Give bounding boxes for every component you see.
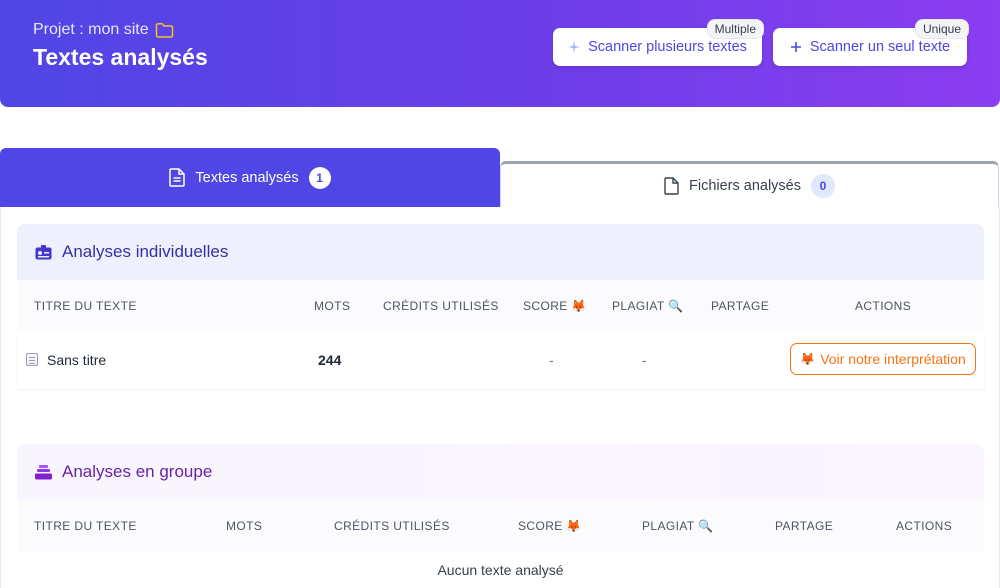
col-score: SCORE 🦊 (518, 519, 582, 533)
col-partage: PARTAGE (711, 299, 770, 313)
id-card-icon (35, 244, 52, 259)
row-title: Sans titre (47, 352, 107, 368)
section-header: Analyses individuelles (17, 224, 984, 280)
col-plagiat: PLAGIAT 🔍 (642, 519, 714, 533)
section-header: Analyses en groupe (17, 444, 984, 500)
individual-analyses-section: Analyses individuelles TITRE DU TEXTE MO… (17, 224, 984, 389)
col-mots: MOTS (226, 519, 263, 533)
tab-textes-analyses[interactable]: Textes analysés 1 (0, 148, 500, 207)
page-title: Textes analysés (33, 44, 208, 70)
col-mots: MOTS (314, 299, 351, 313)
row-plagiat: - (642, 352, 647, 368)
page-header: Projet : mon site Textes analysés Scanne… (0, 0, 1000, 107)
project-breadcrumb[interactable]: Projet : mon site (33, 21, 174, 39)
tab-label: Textes analysés (195, 169, 299, 186)
tab-panel: Analyses individuelles TITRE DU TEXTE MO… (0, 207, 1000, 588)
table-header: TITRE DU TEXTE MOTS CRÉDITS UTILISÉS SCO… (17, 500, 984, 552)
scan-single-label: Scanner un seul texte (809, 39, 951, 55)
col-plagiat: PLAGIAT 🔍 (612, 299, 684, 313)
col-partage: PARTAGE (775, 519, 834, 533)
file-icon (664, 176, 679, 195)
project-label: Projet : mon site (33, 21, 149, 38)
count-badge: 0 (811, 173, 835, 198)
col-score: SCORE 🦊 (523, 299, 587, 313)
section-title: Analyses en groupe (62, 462, 213, 481)
col-credits: CRÉDITS UTILISÉS (334, 519, 450, 533)
sparkle-icon (568, 41, 581, 53)
table-header: TITRE DU TEXTE MOTS CRÉDITS UTILISÉS SCO… (17, 280, 984, 332)
view-interpretation-label: Voir notre interprétation (820, 351, 966, 367)
folder-icon (155, 23, 173, 38)
document-icon (169, 168, 186, 187)
stack-icon (35, 464, 52, 479)
tab-fichiers-analyses[interactable]: Fichiers analysés 0 (500, 161, 999, 207)
col-actions: ACTIONS (896, 519, 953, 533)
section-title: Analyses individuelles (62, 242, 229, 261)
unique-tag: Unique (914, 19, 969, 39)
plus-icon (790, 42, 801, 52)
tab-label: Fichiers analysés (688, 177, 801, 194)
row-score: - (549, 352, 554, 368)
col-titre: TITRE DU TEXTE (34, 299, 137, 313)
col-titre: TITRE DU TEXTE (34, 519, 137, 533)
col-actions: ACTIONS (855, 299, 912, 313)
scan-multiple-button[interactable]: Scanner plusieurs textes Multiple (553, 19, 764, 66)
text-icon (26, 353, 38, 366)
table-row[interactable]: Sans titre 244 - - 🦊 Voir notre interpré… (17, 332, 984, 389)
col-credits: CRÉDITS UTILISÉS (383, 299, 499, 313)
row-words: 244 (318, 352, 342, 368)
count-badge: 1 (308, 166, 331, 189)
group-analyses-section: Analyses en groupe TITRE DU TEXTE MOTS C… (17, 444, 984, 588)
empty-state: Aucun texte analysé (17, 552, 984, 588)
scan-multiple-label: Scanner plusieurs textes (588, 39, 747, 55)
multiple-tag: Multiple (706, 19, 764, 39)
scan-single-button[interactable]: Scanner un seul texte Unique (773, 19, 969, 66)
view-interpretation-button[interactable]: 🦊 Voir notre interprétation (790, 343, 976, 375)
fox-icon: 🦊 (800, 352, 816, 366)
